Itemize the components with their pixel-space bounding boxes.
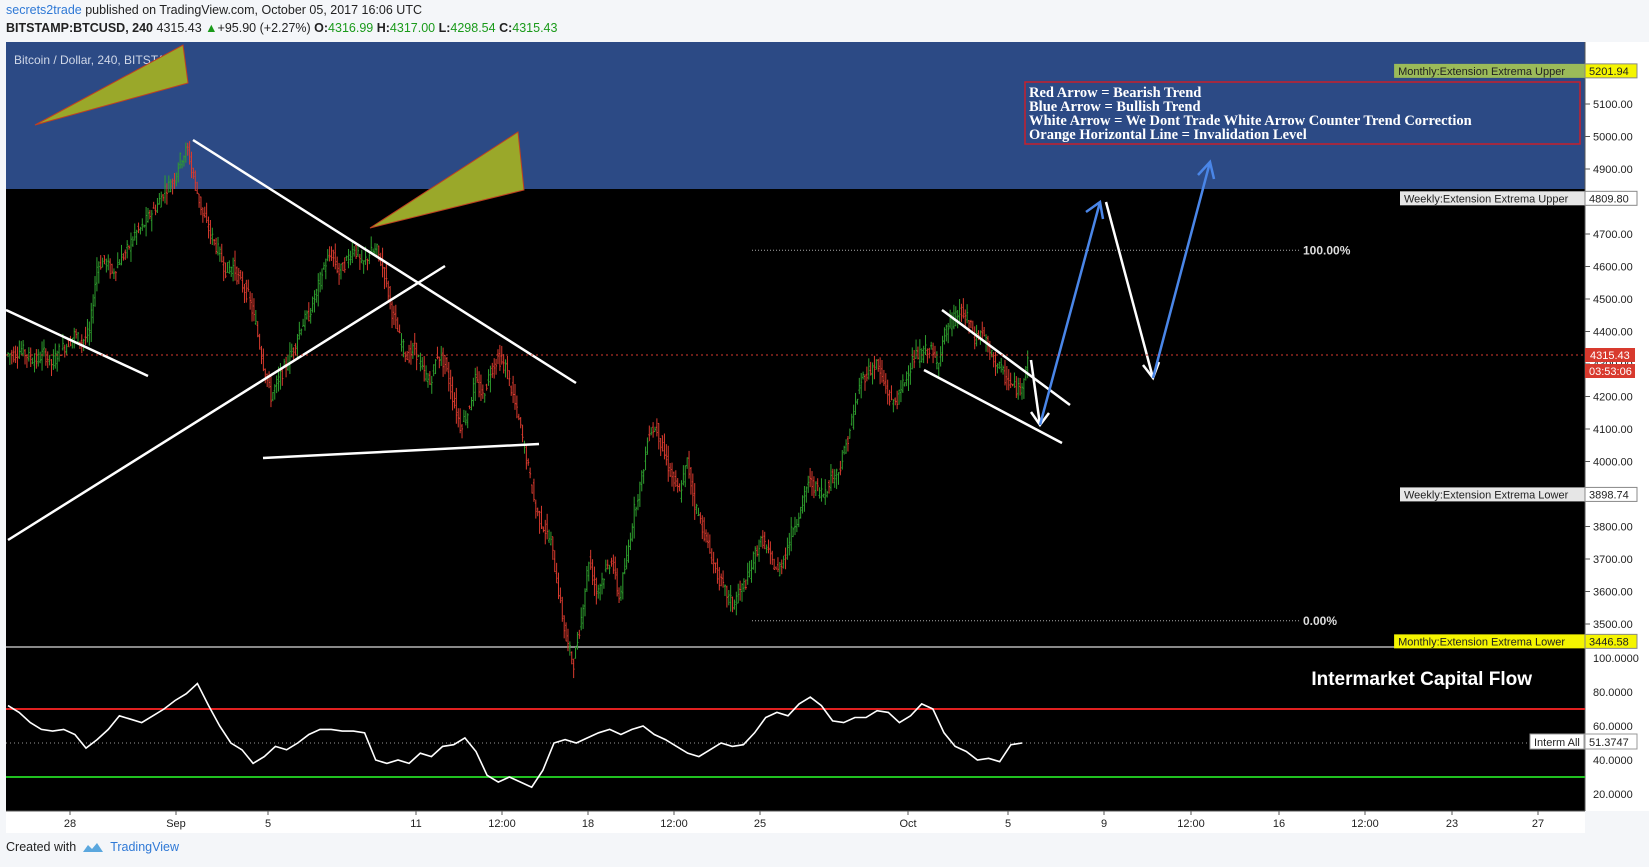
band-value: 3446.58 <box>1589 636 1629 648</box>
time-tick-label: 5 <box>1005 818 1011 830</box>
band-label: Monthly:Extension Extrema Upper <box>1398 66 1565 78</box>
price-tick-label: 4100.00 <box>1593 424 1633 436</box>
indicator-tick-label: 80.0000 <box>1593 687 1633 699</box>
price-tick-label: 3700.00 <box>1593 554 1633 566</box>
indicator-tick-label: 60.0000 <box>1593 721 1633 733</box>
time-tick-label: 16 <box>1273 818 1285 830</box>
price-tick-label: 4000.00 <box>1593 457 1633 469</box>
time-axis[interactable] <box>6 811 1585 833</box>
time-tick-label: 28 <box>64 818 76 830</box>
series-value: 51.3747 <box>1589 737 1629 749</box>
indicator-tick-label: 100.0000 <box>1593 653 1639 665</box>
price-tick-label: 4700.00 <box>1593 229 1633 241</box>
chart-canvas[interactable]: Bitcoin / Dollar, 240, BITSTAMP 100.00%0… <box>0 0 1649 867</box>
time-tick-label: 12:00 <box>1177 818 1205 830</box>
last-price-tag-text: 4315.43 <box>1590 350 1630 362</box>
legend-line-orange: Orange Horizontal Line = Invalidation Le… <box>1029 127 1307 143</box>
band-value: 5201.94 <box>1589 66 1629 78</box>
indicator-tick-label: 40.0000 <box>1593 755 1633 767</box>
time-tick-label: 23 <box>1446 818 1458 830</box>
price-tick-label: 4900.00 <box>1593 164 1633 176</box>
price-tick-label: 3800.00 <box>1593 522 1633 534</box>
price-tick-label: 4200.00 <box>1593 392 1633 404</box>
band-value: 3898.74 <box>1589 489 1629 501</box>
price-tick-label: 3500.00 <box>1593 619 1633 631</box>
fib-label: 100.00% <box>1303 243 1351 257</box>
time-tick-label: 18 <box>582 818 594 830</box>
band-label: Weekly:Extension Extrema Upper <box>1404 193 1569 205</box>
series-name: Interm All <box>1534 737 1580 749</box>
price-tick-label: 5100.00 <box>1593 99 1633 111</box>
indicator-tick-label: 20.0000 <box>1593 789 1633 801</box>
time-tick-label: 9 <box>1101 818 1107 830</box>
time-tick-label: Sep <box>166 818 186 830</box>
time-tick-label: 5 <box>265 818 271 830</box>
footer: Created with TradingView <box>6 840 179 854</box>
time-tick-label: Oct <box>899 818 916 830</box>
time-tick-label: 12:00 <box>1351 818 1379 830</box>
band-label: Monthly:Extension Extrema Lower <box>1398 636 1565 648</box>
fib-label: 0.00% <box>1303 614 1337 628</box>
time-tick-label: 25 <box>754 818 766 830</box>
countdown-text: 03:53:06 <box>1589 366 1632 378</box>
price-tick-label: 3600.00 <box>1593 587 1633 599</box>
price-tick-label: 4500.00 <box>1593 294 1633 306</box>
band-value: 4809.80 <box>1589 193 1629 205</box>
tradingview-logo-icon <box>83 842 104 852</box>
time-tick-label: 11 <box>410 818 421 830</box>
tradingview-link[interactable]: TradingView <box>110 840 179 854</box>
price-tick-label: 4400.00 <box>1593 327 1633 339</box>
time-tick-label: 27 <box>1532 818 1544 830</box>
created-with-label: Created with <box>6 840 77 854</box>
time-tick-label: 12:00 <box>488 818 516 830</box>
price-tick-label: 4600.00 <box>1593 262 1633 274</box>
indicator-title: Intermarket Capital Flow <box>1311 669 1532 690</box>
band-label: Weekly:Extension Extrema Lower <box>1404 489 1569 501</box>
price-tick-label: 5000.00 <box>1593 132 1633 144</box>
time-tick-label: 12:00 <box>660 818 688 830</box>
